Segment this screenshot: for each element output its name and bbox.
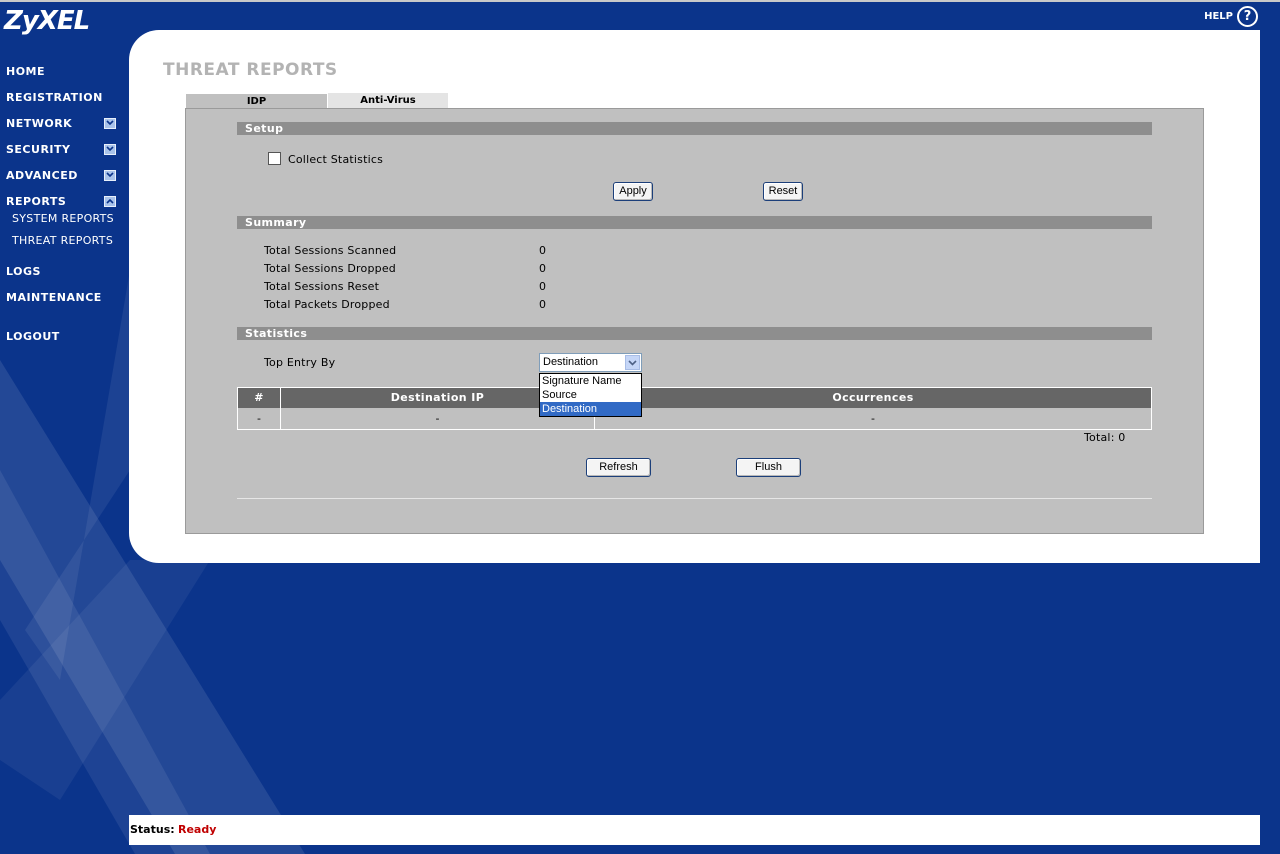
reset-button[interactable]: Reset — [763, 182, 803, 201]
top-entry-select[interactable]: Destination — [539, 353, 642, 372]
chevron-down-icon[interactable] — [625, 355, 640, 370]
sidebar-item-label: MAINTENANCE — [6, 290, 102, 304]
summary-value: 0 — [539, 280, 547, 293]
statistics-section-header: Statistics — [237, 327, 1152, 340]
zyxel-logo: ZyXEL — [4, 6, 90, 36]
refresh-button[interactable]: Refresh — [586, 458, 651, 477]
top-entry-label: Top Entry By — [264, 356, 336, 369]
content-area — [185, 108, 1204, 534]
collect-statistics-label: Collect Statistics — [288, 153, 384, 166]
summary-section-header: Summary — [237, 216, 1152, 229]
summary-value: 0 — [539, 244, 547, 257]
tab-idp[interactable]: IDP — [185, 93, 327, 108]
sidebar-item-label: REGISTRATION — [6, 90, 103, 104]
sidebar-item-label: NETWORK — [6, 116, 73, 130]
chevron-down-icon[interactable] — [104, 117, 116, 129]
statistics-table: # Destination IP Occurrences - - - — [237, 387, 1152, 430]
total-count: Total: 0 — [1084, 431, 1126, 444]
table-header-occurrences: Occurrences — [595, 388, 1151, 408]
chevron-down-icon[interactable] — [104, 143, 116, 155]
help-question-icon[interactable]: ? — [1237, 6, 1258, 27]
summary-label: Total Sessions Scanned — [264, 244, 397, 257]
sidebar-item-label: REPORTS — [6, 194, 67, 208]
chevron-up-icon[interactable] — [104, 195, 116, 207]
top-border — [0, 0, 1280, 2]
tab-anti-virus[interactable]: Anti-Virus — [328, 93, 448, 108]
sidebar-subitem-system-reports[interactable]: SYSTEM REPORTS — [12, 212, 114, 225]
chevron-down-icon[interactable] — [104, 169, 116, 181]
sidebar-item-label: HOME — [6, 64, 46, 78]
table-header-number: # — [238, 388, 280, 408]
collect-statistics-checkbox[interactable] — [268, 152, 281, 165]
sidebar-item-reports[interactable]: REPORTS — [6, 192, 116, 210]
summary-label: Total Packets Dropped — [264, 298, 390, 311]
sidebar-item-logout[interactable]: LOGOUT — [6, 327, 116, 345]
flush-button[interactable]: Flush — [736, 458, 801, 477]
top-entry-dropdown-list: Signature Name Source Destination — [539, 373, 642, 417]
status-value: Ready — [178, 823, 217, 836]
sidebar-item-maintenance[interactable]: MAINTENANCE — [6, 288, 116, 306]
setup-section-header: Setup — [237, 122, 1152, 135]
summary-value: 0 — [539, 298, 547, 311]
table-cell: - — [257, 412, 261, 425]
sidebar-item-registration[interactable]: REGISTRATION — [6, 88, 116, 106]
sidebar-item-home[interactable]: HOME — [6, 62, 116, 80]
sidebar-item-label: SECURITY — [6, 142, 71, 156]
status-bar: Status: Ready — [129, 815, 1260, 845]
sidebar-item-label: LOGS — [6, 264, 41, 278]
summary-value: 0 — [539, 262, 547, 275]
summary-label: Total Sessions Dropped — [264, 262, 396, 275]
summary-label: Total Sessions Reset — [264, 280, 380, 293]
dropdown-option-destination[interactable]: Destination — [540, 402, 641, 416]
sidebar-item-logs[interactable]: LOGS — [6, 262, 116, 280]
sidebar-item-label: LOGOUT — [6, 329, 60, 343]
status-label: Status: — [130, 823, 175, 836]
top-entry-select-value: Destination — [543, 356, 599, 368]
dropdown-option-source[interactable]: Source — [540, 388, 641, 402]
sidebar-item-network[interactable]: NETWORK — [6, 114, 116, 132]
table-cell: - — [871, 412, 875, 425]
sidebar-subitem-threat-reports[interactable]: THREAT REPORTS — [12, 234, 113, 247]
page-title: THREAT REPORTS — [163, 60, 338, 80]
help-link[interactable]: HELP ? — [1204, 6, 1258, 27]
sidebar-item-label: ADVANCED — [6, 168, 78, 182]
divider — [237, 498, 1152, 499]
help-label: HELP — [1204, 11, 1233, 22]
sidebar-item-security[interactable]: SECURITY — [6, 140, 116, 158]
apply-button[interactable]: Apply — [613, 182, 653, 201]
dropdown-option-signature-name[interactable]: Signature Name — [540, 374, 641, 388]
sidebar-item-advanced[interactable]: ADVANCED — [6, 166, 116, 184]
